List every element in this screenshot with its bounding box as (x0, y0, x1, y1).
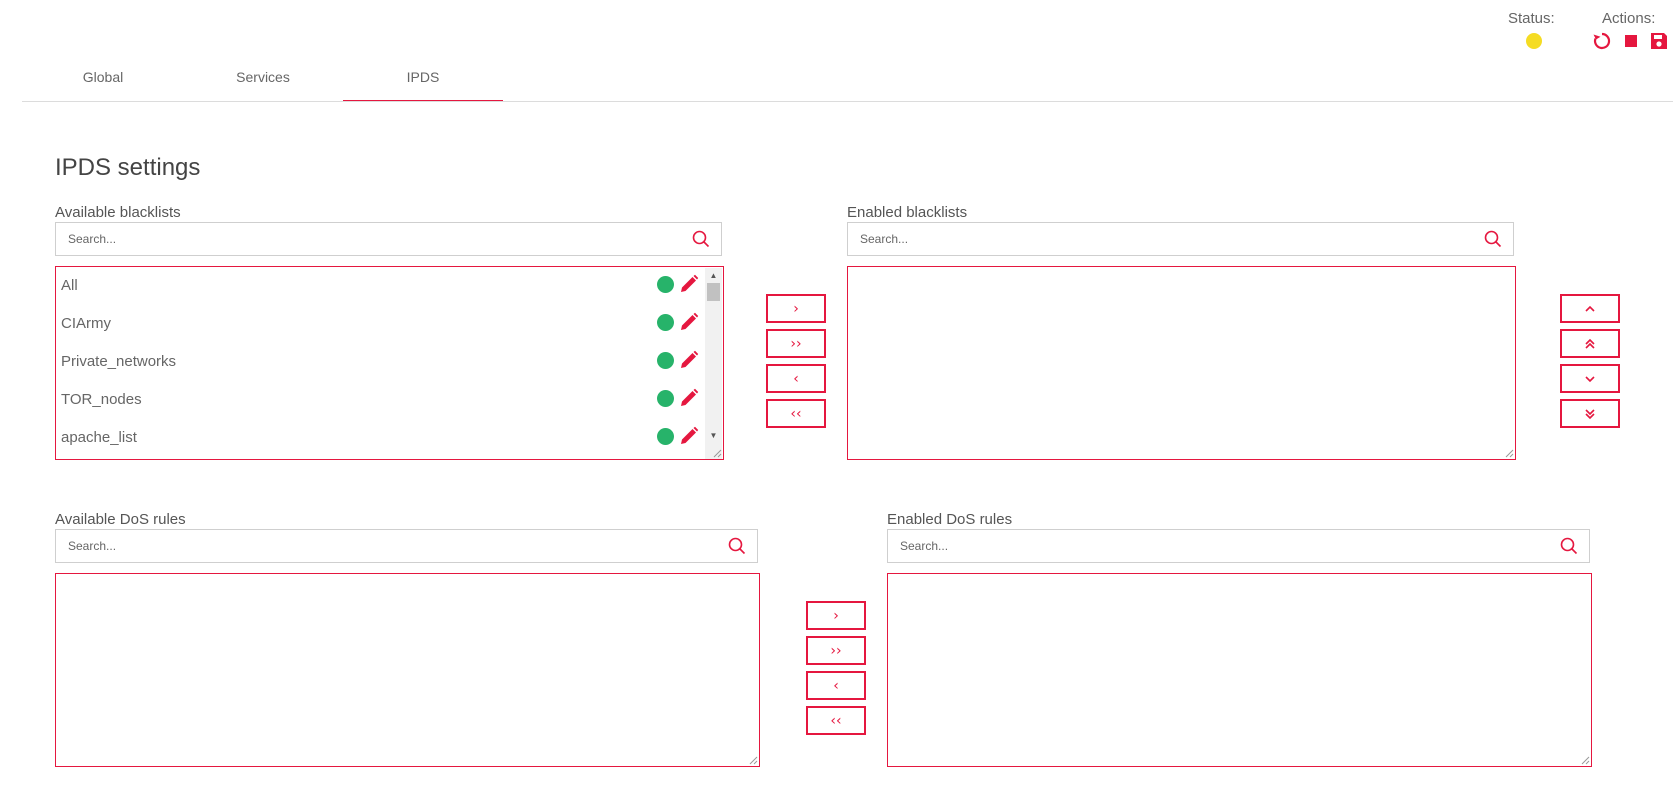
available-blacklists-search-input[interactable] (68, 232, 681, 246)
list-item[interactable]: apache_list (61, 418, 701, 456)
double-chevron-up-icon (1585, 338, 1595, 349)
available-dos-rules-list[interactable] (55, 573, 760, 767)
list-item-label: apache_list (61, 428, 137, 446)
edit-icon[interactable] (677, 272, 701, 296)
list-item[interactable]: All (61, 266, 701, 304)
enabled-dos-rules-list[interactable] (887, 573, 1592, 767)
available-blacklists-search (55, 222, 722, 256)
enabled-dos-rules-search-input[interactable] (900, 539, 1549, 553)
actions-label: Actions: (1602, 10, 1656, 27)
status-dot (657, 390, 674, 407)
move-top-button[interactable] (1560, 329, 1620, 358)
list-scrollbar[interactable]: ▲ ▼ (705, 268, 722, 459)
list-item[interactable]: TOR_nodes (61, 380, 701, 418)
chevron-up-icon (1585, 305, 1595, 312)
resize-grip-icon[interactable] (748, 755, 758, 765)
enabled-blacklists-search (847, 222, 1514, 256)
available-dos-rules-search (55, 529, 758, 563)
status-dot (657, 276, 674, 293)
available-dos-rules-label: Available DoS rules (55, 511, 186, 528)
resize-grip-icon[interactable] (1580, 755, 1590, 765)
enabled-blacklists-search-input[interactable] (860, 232, 1473, 246)
status-label: Status: (1508, 10, 1555, 27)
move-left-button[interactable]: ‹ (806, 671, 866, 700)
scroll-up-arrow[interactable]: ▲ (705, 268, 722, 282)
enabled-dos-rules-label: Enabled DoS rules (887, 511, 1013, 528)
status-dot (657, 428, 674, 445)
edit-icon[interactable] (677, 310, 701, 334)
list-item-label: TOR_nodes (61, 390, 142, 408)
move-up-button[interactable] (1560, 294, 1620, 323)
scroll-down-arrow[interactable]: ▼ (705, 428, 722, 442)
edit-icon[interactable] (677, 386, 701, 410)
list-item-label: Private_networks (61, 352, 177, 370)
edit-icon[interactable] (677, 424, 701, 448)
status-dot (657, 352, 674, 369)
move-down-button[interactable] (1560, 364, 1620, 393)
tab-ipds[interactable]: IPDS (343, 60, 503, 102)
list-item[interactable]: CIArmy (61, 304, 701, 342)
search-icon[interactable] (681, 223, 721, 255)
status-dot (657, 314, 674, 331)
page-title: IPDS settings (55, 154, 201, 181)
save-icon[interactable] (1648, 30, 1670, 52)
search-icon[interactable] (1473, 223, 1513, 255)
stop-icon[interactable] (1620, 30, 1642, 52)
available-dos-rules-search-input[interactable] (68, 539, 717, 553)
enabled-blacklists-label: Enabled blacklists (847, 204, 968, 221)
list-item-label: All (61, 276, 78, 294)
chevron-down-icon (1585, 375, 1595, 382)
resize-grip-icon[interactable] (1504, 448, 1514, 458)
move-all-right-button[interactable]: ›› (766, 329, 826, 358)
resize-grip-icon[interactable] (712, 448, 722, 458)
move-bottom-button[interactable] (1560, 399, 1620, 428)
move-all-left-button[interactable]: ‹‹ (766, 399, 826, 428)
move-right-button[interactable]: › (806, 601, 866, 630)
tab-global[interactable]: Global (23, 60, 183, 102)
restart-icon[interactable] (1591, 30, 1613, 52)
enabled-blacklists-list[interactable] (847, 266, 1516, 460)
edit-icon[interactable] (677, 348, 701, 372)
status-indicator (1526, 33, 1542, 49)
scroll-thumb[interactable] (707, 283, 720, 301)
move-all-right-button[interactable]: ›› (806, 636, 866, 665)
enabled-dos-rules-search (887, 529, 1590, 563)
tabs-divider (22, 101, 1673, 102)
move-left-button[interactable]: ‹ (766, 364, 826, 393)
search-icon[interactable] (717, 530, 757, 562)
move-all-left-button[interactable]: ‹‹ (806, 706, 866, 735)
move-right-button[interactable]: › (766, 294, 826, 323)
search-icon[interactable] (1549, 530, 1589, 562)
list-item-label: CIArmy (61, 314, 111, 332)
double-chevron-down-icon (1585, 408, 1595, 419)
tab-services[interactable]: Services (183, 60, 343, 102)
list-item[interactable]: Private_networks (61, 342, 701, 380)
available-blacklists-label: Available blacklists (55, 204, 181, 221)
